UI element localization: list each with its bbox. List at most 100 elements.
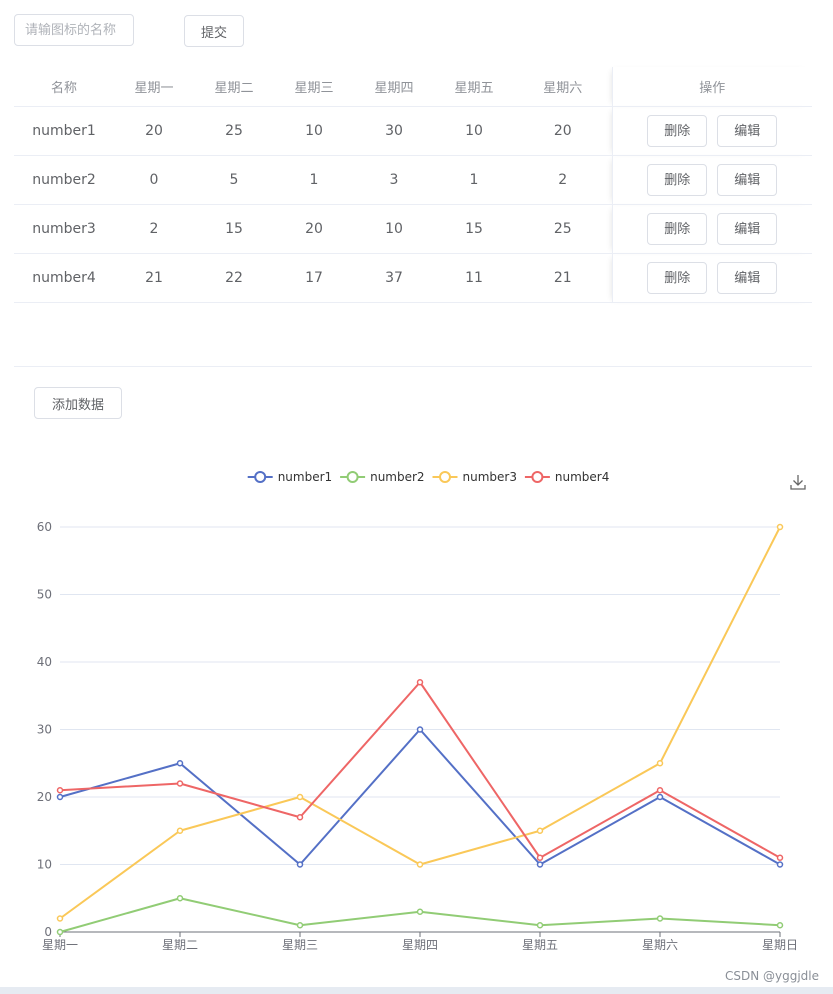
table-header-row: 名称 星期一 星期二 星期三 星期四 星期五 星期六 操作 bbox=[14, 67, 812, 107]
header-day: 星期二 bbox=[194, 67, 274, 107]
add-data-button[interactable]: 添加数据 bbox=[34, 387, 122, 419]
edit-button[interactable]: 编辑 bbox=[717, 213, 778, 245]
legend-label: number3 bbox=[463, 470, 517, 484]
row-value: 21 bbox=[114, 253, 194, 303]
data-point bbox=[416, 861, 424, 868]
data-point bbox=[296, 922, 304, 929]
row-value: 25 bbox=[194, 106, 274, 156]
edit-button[interactable]: 编辑 bbox=[717, 164, 778, 196]
y-tick-label: 50 bbox=[37, 588, 52, 602]
row-name: number1 bbox=[14, 106, 114, 156]
data-table: 名称 星期一 星期二 星期三 星期四 星期五 星期六 操作 number1 20… bbox=[14, 67, 812, 303]
x-tick-label: 星期二 bbox=[162, 938, 198, 952]
row-value: 20 bbox=[114, 106, 194, 156]
table-row: number4 21 22 17 37 11 21 删除 编辑 bbox=[14, 253, 812, 303]
row-value: 1 bbox=[434, 155, 514, 205]
data-point bbox=[296, 861, 304, 868]
header-operations: 操作 bbox=[611, 67, 812, 107]
delete-button[interactable]: 删除 bbox=[647, 213, 708, 245]
row-value: 15 bbox=[434, 204, 514, 254]
row-value: 10 bbox=[354, 204, 434, 254]
data-point bbox=[176, 827, 184, 834]
row-value: 15 bbox=[194, 204, 274, 254]
header-day: 星期三 bbox=[274, 67, 354, 107]
row-value: 2 bbox=[114, 204, 194, 254]
data-point bbox=[296, 793, 304, 801]
x-tick-label: 星期五 bbox=[522, 938, 558, 952]
data-point bbox=[176, 760, 184, 767]
row-value: 30 bbox=[354, 106, 434, 156]
row-operations: 删除 编辑 bbox=[611, 204, 812, 254]
series-line-number3 bbox=[59, 526, 781, 920]
row-value: 37 bbox=[354, 253, 434, 303]
row-name: number2 bbox=[14, 155, 114, 205]
delete-button[interactable]: 删除 bbox=[647, 262, 708, 294]
data-point bbox=[776, 854, 784, 861]
bottom-scrollbar-track bbox=[0, 987, 833, 994]
x-tick-label: 星期日 bbox=[762, 938, 798, 952]
row-value: 5 bbox=[194, 155, 274, 205]
x-tick-label: 星期四 bbox=[402, 938, 438, 952]
data-point bbox=[56, 928, 64, 936]
legend-label: number1 bbox=[278, 470, 332, 484]
line-chart: 0 10 20 30 40 50 60 星期一 星期二 星期三 星期四 星期五 星期六 星期日 numbe… bbox=[37, 470, 806, 952]
row-value: 20 bbox=[274, 204, 354, 254]
y-tick-label: 60 bbox=[37, 520, 52, 534]
edit-button[interactable]: 编辑 bbox=[717, 115, 778, 147]
data-point bbox=[416, 679, 424, 686]
data-point bbox=[536, 827, 544, 834]
submit-button[interactable]: 提交 bbox=[184, 15, 244, 47]
row-value: 0 bbox=[114, 155, 194, 205]
x-tick-label: 星期三 bbox=[282, 938, 318, 952]
x-tick-label: 星期六 bbox=[642, 938, 678, 952]
row-value: 10 bbox=[434, 106, 514, 156]
data-point bbox=[176, 780, 184, 787]
row-operations: 删除 编辑 bbox=[611, 106, 812, 156]
legend-item-number2[interactable]: number2 bbox=[340, 470, 425, 484]
data-point bbox=[536, 922, 544, 929]
row-value: 10 bbox=[274, 106, 354, 156]
row-name: number3 bbox=[14, 204, 114, 254]
header-day: 星期五 bbox=[434, 67, 514, 107]
download-icon[interactable] bbox=[790, 475, 806, 490]
row-name: number4 bbox=[14, 253, 114, 303]
y-tick-label: 30 bbox=[37, 723, 52, 737]
chart-name-input[interactable] bbox=[14, 14, 134, 46]
row-value: 2 bbox=[514, 155, 612, 205]
table-row: number1 20 25 10 30 10 20 删除 编辑 bbox=[14, 106, 812, 156]
legend-marker bbox=[254, 471, 267, 483]
data-point bbox=[56, 787, 64, 794]
legend-marker bbox=[439, 471, 451, 483]
header-day: 星期一 bbox=[114, 67, 194, 107]
header-day: 星期四 bbox=[354, 67, 434, 107]
row-operations: 删除 编辑 bbox=[611, 155, 812, 205]
data-point bbox=[416, 726, 424, 733]
row-value: 1 bbox=[274, 155, 354, 205]
delete-button[interactable]: 删除 bbox=[647, 115, 708, 147]
delete-button[interactable]: 删除 bbox=[647, 164, 708, 196]
data-point bbox=[536, 854, 544, 861]
data-point bbox=[536, 861, 544, 868]
y-tick-label: 0 bbox=[44, 925, 52, 939]
legend-label: number4 bbox=[555, 470, 609, 484]
data-point bbox=[656, 787, 664, 794]
data-point bbox=[416, 908, 424, 915]
data-point bbox=[656, 915, 664, 922]
edit-button[interactable]: 编辑 bbox=[717, 262, 778, 294]
table-row: number2 0 5 1 3 1 2 删除 编辑 bbox=[14, 155, 812, 205]
x-tick-label: 星期一 bbox=[42, 938, 78, 952]
y-tick-label: 10 bbox=[37, 858, 52, 872]
legend-item-number1[interactable]: number1 bbox=[247, 470, 332, 484]
legend-marker bbox=[346, 471, 359, 483]
series-line-number2 bbox=[59, 897, 781, 933]
data-point bbox=[656, 760, 664, 767]
row-value: 22 bbox=[194, 253, 274, 303]
data-point bbox=[56, 915, 64, 922]
header-day: 星期六 bbox=[514, 67, 612, 107]
watermark: CSDN @yggjdle bbox=[724, 969, 819, 983]
header-name: 名称 bbox=[14, 67, 114, 107]
data-point bbox=[656, 793, 664, 801]
legend-item-number3[interactable]: number3 bbox=[432, 470, 517, 484]
legend-marker bbox=[531, 471, 544, 483]
legend-item-number4[interactable]: number4 bbox=[524, 470, 609, 484]
